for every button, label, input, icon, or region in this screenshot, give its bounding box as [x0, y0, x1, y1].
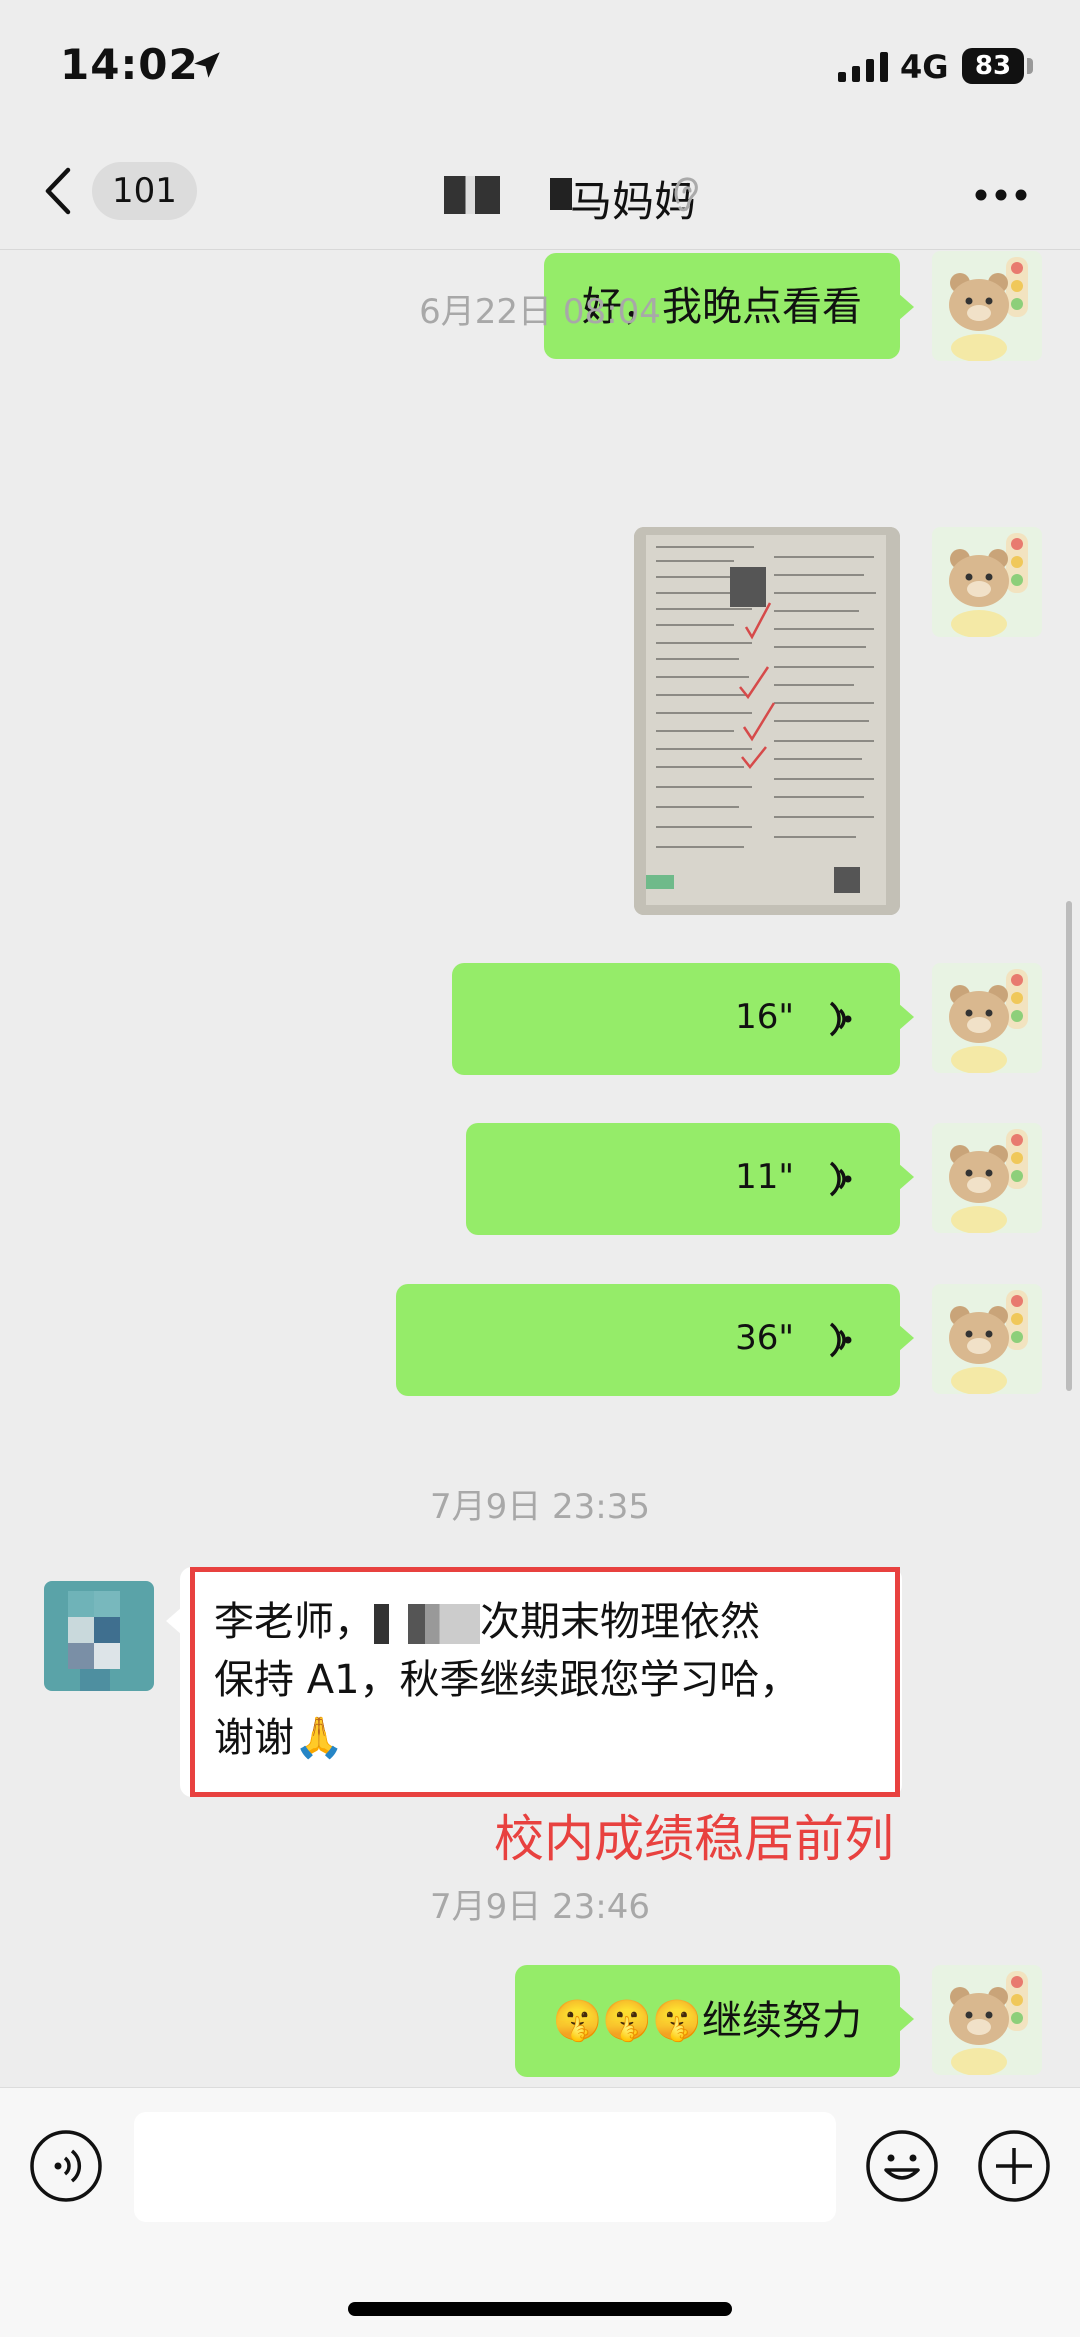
- homework-photo: [634, 527, 900, 915]
- my-avatar[interactable]: [932, 1965, 1042, 2075]
- network-type: 4G: [900, 48, 949, 86]
- title-mosaic-2: [550, 178, 572, 210]
- location-arrow-icon: [194, 52, 220, 78]
- battery-tip: [1027, 58, 1033, 74]
- input-bar: [0, 2087, 1080, 2337]
- my-avatar[interactable]: [932, 963, 1042, 1073]
- cellular-signal-icon: [838, 52, 888, 82]
- contact-avatar[interactable]: [44, 1581, 154, 1691]
- status-bar: 14:02 4G 83: [0, 0, 1080, 130]
- bear-avatar-icon: [932, 963, 1042, 1073]
- my-avatar[interactable]: [932, 1123, 1042, 1233]
- voice-wave-icon: [829, 1001, 852, 1037]
- message-input[interactable]: [134, 2112, 836, 2222]
- unread-count-badge[interactable]: 101: [92, 162, 197, 220]
- chat-header: 101 马妈妈: [0, 130, 1080, 250]
- scrollbar[interactable]: [1066, 901, 1072, 1391]
- timestamp: 7月9日 23:46: [429, 1887, 651, 1927]
- annotation-text: 校内成绩稳居前列: [494, 1810, 894, 1868]
- battery-icon: 83: [962, 48, 1024, 84]
- bear-avatar-icon: [932, 1284, 1042, 1394]
- timestamp: 6月22日 08:04: [419, 292, 661, 332]
- home-indicator[interactable]: [348, 2302, 732, 2316]
- emoji-sequence: 🤫🤫🤫: [552, 1998, 702, 2044]
- more-options-icon[interactable]: [974, 188, 1028, 202]
- message-text: 继续努力: [702, 1998, 862, 2044]
- status-time: 14:02: [60, 40, 199, 89]
- title-mosaic: [444, 176, 500, 214]
- voice-duration: 36": [735, 1318, 794, 1358]
- my-avatar[interactable]: [932, 1284, 1042, 1394]
- back-chevron-icon[interactable]: [40, 166, 76, 216]
- image-message[interactable]: [634, 527, 900, 915]
- voice-input-icon[interactable]: [28, 2128, 104, 2204]
- bear-avatar-icon: [932, 1123, 1042, 1233]
- outgoing-message-bubble[interactable]: 🤫🤫🤫继续努力: [514, 1965, 914, 2077]
- pixelated-avatar: [44, 1581, 154, 1691]
- voice-message-bubble[interactable]: 11": [466, 1123, 914, 1235]
- voice-duration: 11": [735, 1157, 794, 1197]
- voice-wave-icon: [829, 1322, 852, 1358]
- earpiece-mode-icon: [674, 177, 698, 212]
- voice-message-bubble[interactable]: 16": [452, 963, 914, 1075]
- battery-level: 83: [974, 51, 1012, 81]
- timestamp: 7月9日 23:35: [429, 1487, 651, 1527]
- plus-icon[interactable]: [976, 2128, 1052, 2204]
- bear-avatar-icon: [932, 1965, 1042, 2075]
- chat-title: 马妈妈: [440, 164, 740, 226]
- my-avatar[interactable]: [932, 527, 1042, 637]
- voice-message-bubble[interactable]: 36": [396, 1284, 914, 1396]
- bear-avatar-icon: [932, 527, 1042, 637]
- message-list[interactable]: 好，我晚点看看 6月22日 08:04 16" 11" 36" 7月9日 23:…: [0, 251, 1080, 2087]
- voice-wave-icon: [829, 1161, 852, 1197]
- emoji-icon[interactable]: [864, 2128, 940, 2204]
- voice-duration: 16": [735, 997, 794, 1037]
- highlight-box: [190, 1567, 900, 1797]
